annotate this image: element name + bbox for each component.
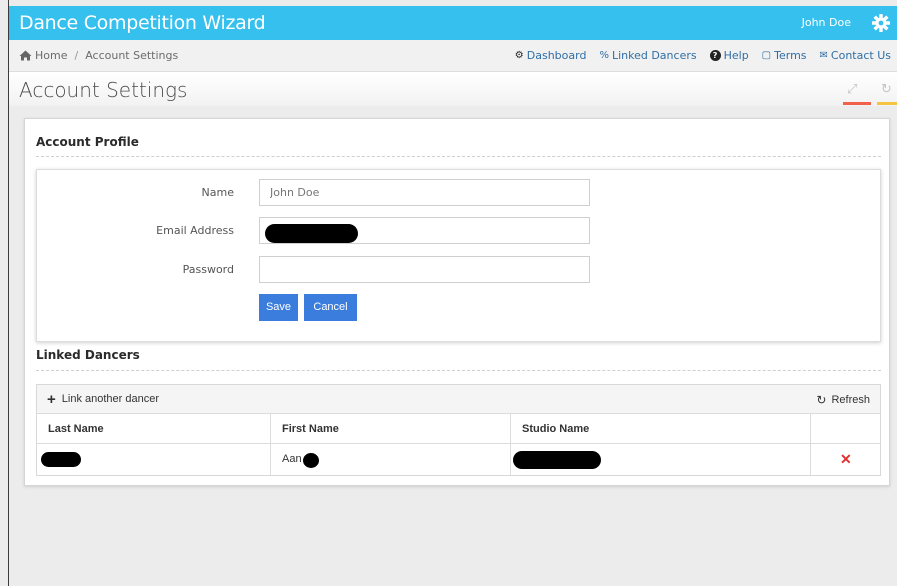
page-header: Account Settings ⤢ ↻ [9,72,897,106]
home-icon[interactable] [19,50,32,61]
delete-icon[interactable]: ✕ [840,451,852,468]
breadcrumb-bar: Home / Account Settings ⚙ Dashboard % Li… [9,40,897,72]
header-links: ⚙ Dashboard % Linked Dancers ? Help ▢ Te… [502,49,891,62]
fullscreen-accent [843,102,871,105]
fullscreen-icon[interactable]: ⤢ [847,82,857,97]
nav-terms[interactable]: ▢ Terms [762,49,807,62]
dashboard-icon: ⚙ [514,50,524,61]
plus-icon: + [47,390,56,408]
breadcrumb-current: Account Settings [85,49,179,62]
top-navbar: Dance Competition Wizard John Doe [9,6,897,40]
breadcrumb-home[interactable]: Home [35,49,67,62]
profile-form: Name Email Address Password Save Cancel [36,169,881,342]
name-label: Name [201,186,234,199]
cell-last-name [37,444,271,475]
column-last-name[interactable]: Last Name [37,414,271,443]
gear-icon[interactable] [871,13,891,33]
breadcrumb-separator: / [74,49,79,62]
reload-icon[interactable]: ↻ [881,82,892,97]
redaction-mark [41,452,81,467]
page-title: Account Settings [19,78,188,102]
table-row[interactable]: Aan ✕ [37,444,880,475]
user-name[interactable]: John Doe [802,16,851,29]
app-title[interactable]: Dance Competition Wizard [9,12,266,34]
save-button[interactable]: Save [259,294,298,321]
password-field[interactable] [259,256,590,283]
refresh-label: Refresh [831,394,870,406]
link-icon: % [599,50,609,61]
linked-dancers-heading: Linked Dancers [36,348,140,362]
redaction-mark [303,453,319,468]
nav-contact-us[interactable]: ✉ Contact Us [820,49,891,62]
email-label: Email Address [156,224,234,237]
document-icon: ▢ [761,50,772,61]
linked-dancers-table: + Link another dancer ↻ Refresh Last Nam… [36,384,881,476]
cancel-button[interactable]: Cancel [304,294,357,321]
link-dancer-label: Link another dancer [61,393,159,405]
nav-linked-dancers[interactable]: % Linked Dancers [599,49,696,62]
password-label: Password [182,263,234,276]
nav-linked-dancers-label: Linked Dancers [611,49,697,62]
section-divider [36,156,881,157]
help-icon: ? [709,50,721,61]
refresh-button[interactable]: ↻ Refresh [816,393,870,407]
table-header: Last Name First Name Studio Name [37,414,880,444]
breadcrumb: Home / Account Settings [19,49,178,62]
column-first-name[interactable]: First Name [271,414,511,443]
account-profile-heading: Account Profile [36,135,139,149]
table-toolbar: + Link another dancer ↻ Refresh [37,385,880,414]
cell-studio-name [511,444,811,475]
reload-accent [877,102,897,105]
section-divider [36,370,881,371]
nav-contact-us-label: Contact Us [830,49,891,62]
redaction-mark [513,451,601,469]
nav-terms-label: Terms [774,49,807,62]
envelope-icon: ✉ [819,50,828,61]
account-card: Account Profile Name Email Address Passw… [24,118,890,486]
column-studio-name[interactable]: Studio Name [511,414,811,443]
nav-dashboard[interactable]: ⚙ Dashboard [515,49,587,62]
nav-dashboard-label: Dashboard [526,49,587,62]
nav-help[interactable]: ? Help [709,49,749,62]
link-dancer-button[interactable]: + Link another dancer [47,390,159,408]
name-field[interactable] [259,179,590,206]
cell-first-name: Aan [271,444,511,475]
refresh-icon: ↻ [816,393,827,407]
first-name-text: Aan [282,453,302,465]
redaction-mark [265,224,358,243]
nav-help-label: Help [723,49,749,62]
